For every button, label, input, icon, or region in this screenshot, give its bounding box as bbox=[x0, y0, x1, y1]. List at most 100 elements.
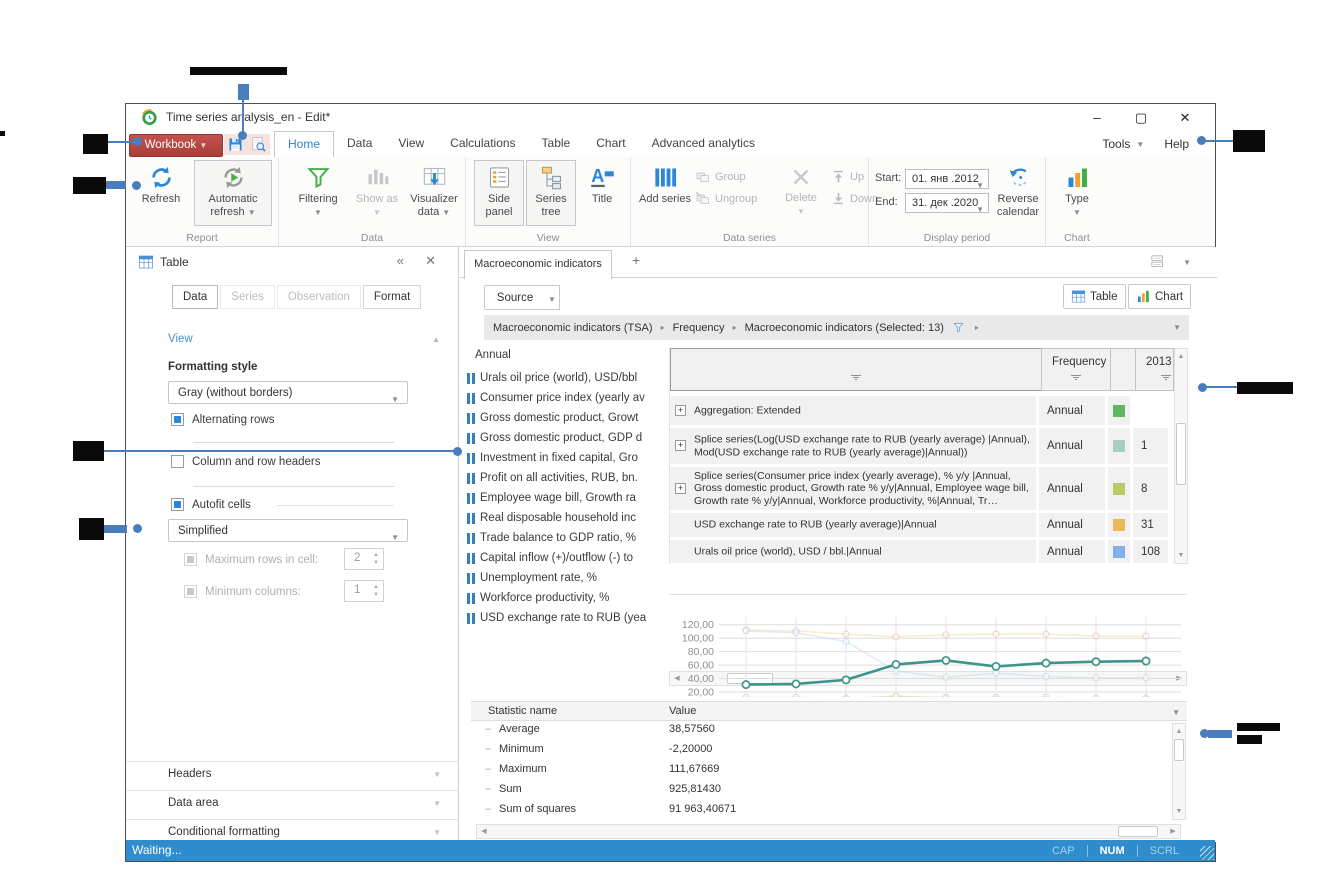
automatic-refresh-button[interactable]: Automatic refresh ▼ bbox=[194, 160, 272, 226]
column-header-frequency[interactable]: Frequency bbox=[1041, 348, 1111, 391]
stat-row[interactable]: –Sum925,81430 bbox=[471, 783, 1171, 803]
chevron-down-icon[interactable]: ▼ bbox=[433, 799, 441, 808]
table-row[interactable]: +Aggregation: ExtendedAnnual bbox=[670, 396, 1171, 425]
stats-horizontal-scrollbar[interactable]: ◀ ▶ bbox=[476, 824, 1181, 839]
scroll-down-icon[interactable]: ▼ bbox=[1173, 805, 1185, 818]
chevron-down-icon[interactable]: ▼ bbox=[1172, 708, 1180, 717]
series-item[interactable]: Gross domestic product, GDP d bbox=[467, 428, 662, 448]
close-button[interactable]: ✕ bbox=[1163, 104, 1207, 131]
stat-row[interactable]: –Average38,57560 bbox=[471, 723, 1171, 743]
side-panel-tab-data[interactable]: Data bbox=[172, 285, 218, 309]
filter-icon[interactable] bbox=[1161, 374, 1171, 381]
collapse-panel-icon[interactable]: « bbox=[397, 253, 404, 268]
tab-data[interactable]: Data bbox=[334, 131, 385, 157]
scrollbar-thumb[interactable] bbox=[1118, 826, 1158, 837]
scroll-up-icon[interactable]: ▲ bbox=[1173, 725, 1185, 738]
chevron-down-icon[interactable]: ▼ bbox=[1183, 258, 1191, 267]
filter-icon[interactable] bbox=[952, 321, 965, 334]
close-panel-icon[interactable]: ✕ bbox=[425, 253, 436, 269]
help-menu[interactable]: Help bbox=[1164, 137, 1189, 151]
series-item[interactable]: Trade balance to GDP ratio, % bbox=[467, 528, 662, 548]
stat-row[interactable]: –Minimum-2,20000 bbox=[471, 743, 1171, 763]
scroll-up-icon[interactable]: ▲ bbox=[1175, 350, 1187, 363]
series-item[interactable]: USD exchange rate to RUB (yea bbox=[467, 608, 662, 628]
filter-icon[interactable] bbox=[851, 374, 861, 381]
source-button[interactable]: Source bbox=[484, 285, 546, 310]
table-row[interactable]: +Splice series(Log(USD exchange rate to … bbox=[670, 428, 1171, 464]
stat-row[interactable]: –Maximum111,67669 bbox=[471, 763, 1171, 783]
end-date-combo[interactable]: 31. дек .2020▼ bbox=[905, 193, 989, 213]
column-row-headers-checkbox[interactable]: Column and row headers bbox=[171, 455, 321, 468]
breadcrumb-item[interactable]: Frequency bbox=[673, 322, 725, 334]
series-item[interactable]: Employee wage bill, Growth ra bbox=[467, 488, 662, 508]
stat-row[interactable]: –Sum of squares91 963,40671 bbox=[471, 803, 1171, 823]
column-header-year[interactable]: 2013 bbox=[1135, 348, 1174, 391]
chart-type-button[interactable]: Type▼ bbox=[1054, 161, 1100, 218]
scroll-right-icon[interactable]: ▶ bbox=[1168, 825, 1178, 838]
tab-calculations[interactable]: Calculations bbox=[437, 131, 528, 157]
side-panel-tab-format[interactable]: Format bbox=[363, 285, 421, 309]
add-tab-icon[interactable]: + bbox=[632, 252, 640, 268]
filtering-button[interactable]: Filtering▼ bbox=[289, 161, 347, 218]
visualizer-data-button[interactable]: Visualizer data ▼ bbox=[405, 161, 463, 218]
print-preview-icon[interactable] bbox=[250, 136, 267, 153]
section-headers[interactable]: Headers▼ bbox=[126, 761, 459, 786]
scrollbar-thumb[interactable] bbox=[1176, 423, 1186, 485]
table-vertical-scrollbar[interactable]: ▲ ▼ bbox=[1174, 348, 1188, 564]
collapse-section-icon[interactable]: ▲ bbox=[432, 335, 440, 344]
expand-icon[interactable]: + bbox=[675, 440, 686, 451]
table-row[interactable]: USD exchange rate to RUB (yearly average… bbox=[670, 513, 1171, 537]
source-dropdown-icon[interactable]: ▼ bbox=[545, 285, 560, 310]
minimize-button[interactable]: – bbox=[1075, 104, 1119, 131]
resize-grip[interactable] bbox=[1200, 846, 1214, 860]
autofit-cells-checkbox[interactable]: Autofit cells bbox=[171, 498, 251, 511]
chart-view-button[interactable]: Chart bbox=[1128, 284, 1191, 309]
series-item[interactable]: Urals oil price (world), USD/bbl bbox=[467, 368, 662, 388]
title-button[interactable]: A Title bbox=[580, 161, 624, 206]
view-section-link[interactable]: View bbox=[168, 333, 193, 345]
chevron-down-icon[interactable]: ▼ bbox=[1173, 323, 1181, 332]
tab-advanced-analytics[interactable]: Advanced analytics bbox=[639, 131, 768, 157]
series-tree-button[interactable]: Series tree bbox=[526, 160, 576, 226]
chevron-down-icon[interactable]: ▼ bbox=[433, 770, 441, 779]
series-item[interactable]: Unemployment rate, % bbox=[467, 568, 662, 588]
alternating-rows-checkbox[interactable]: Alternating rows bbox=[171, 413, 274, 426]
series-item[interactable]: Consumer price index (yearly av bbox=[467, 388, 662, 408]
autofit-mode-dropdown[interactable]: Simplified▼ bbox=[168, 519, 408, 542]
tab-view[interactable]: View bbox=[385, 131, 437, 157]
series-item[interactable]: Capital inflow (+)/outflow (-) to bbox=[467, 548, 662, 568]
filter-icon[interactable] bbox=[1071, 374, 1081, 381]
table-row[interactable]: +Splice series(Consumer price index (yea… bbox=[670, 467, 1171, 510]
tools-menu[interactable]: Tools bbox=[1102, 137, 1130, 151]
start-date-combo[interactable]: 01. янв .2012▼ bbox=[905, 169, 989, 189]
series-item[interactable]: Real disposable household inc bbox=[467, 508, 662, 528]
formatting-style-dropdown[interactable]: Gray (without borders)▼ bbox=[168, 381, 408, 404]
scroll-down-icon[interactable]: ▼ bbox=[1175, 549, 1187, 562]
tab-home[interactable]: Home bbox=[274, 131, 334, 157]
workbook-button[interactable]: Workbook ▼ bbox=[129, 134, 223, 157]
scrollbar-thumb[interactable] bbox=[1174, 739, 1184, 761]
series-item[interactable]: Workforce productivity, % bbox=[467, 588, 662, 608]
refresh-button[interactable]: Refresh bbox=[134, 161, 188, 206]
section-data-area[interactable]: Data area▼ bbox=[126, 790, 459, 815]
layout-icon[interactable] bbox=[1150, 254, 1165, 269]
document-tab[interactable]: Macroeconomic indicators bbox=[464, 250, 612, 279]
side-panel-button[interactable]: Side panel bbox=[474, 160, 524, 226]
table-view-button[interactable]: Table bbox=[1063, 284, 1126, 309]
tab-table[interactable]: Table bbox=[529, 131, 584, 157]
expand-icon[interactable]: + bbox=[675, 405, 686, 416]
series-item[interactable]: Profit on all activities, RUB, bn. bbox=[467, 468, 662, 488]
add-series-button[interactable]: Add series bbox=[639, 161, 691, 206]
series-item[interactable]: Investment in fixed capital, Gro bbox=[467, 448, 662, 468]
chevron-down-icon[interactable]: ▼ bbox=[433, 828, 441, 837]
stats-vertical-scrollbar[interactable]: ▲ ▼ bbox=[1172, 723, 1186, 820]
expand-icon[interactable]: + bbox=[675, 483, 686, 494]
table-row[interactable]: Urals oil price (world), USD / bbl.|Annu… bbox=[670, 540, 1171, 563]
column-header-name[interactable] bbox=[670, 348, 1042, 391]
series-item[interactable]: Gross domestic product, Growt bbox=[467, 408, 662, 428]
tab-chart[interactable]: Chart bbox=[583, 131, 638, 157]
breadcrumb-item[interactable]: Macroeconomic indicators (Selected: 13) bbox=[745, 322, 944, 334]
breadcrumb-item[interactable]: Macroeconomic indicators (TSA) bbox=[493, 322, 653, 334]
reverse-calendar-button[interactable]: Reverse calendar bbox=[991, 161, 1045, 218]
scroll-left-icon[interactable]: ◀ bbox=[479, 825, 489, 838]
